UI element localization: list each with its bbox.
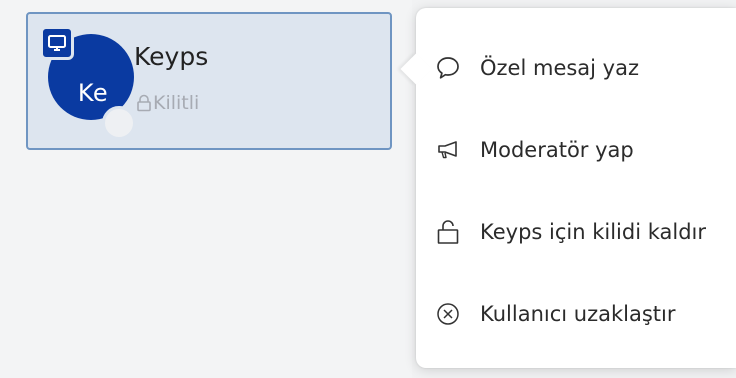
participant-status: Kilitli (136, 90, 199, 116)
menu-item-unlock-user[interactable]: Keyps için kilidi kaldır (416, 202, 736, 262)
menu-item-make-moderator[interactable]: Moderatör yap (416, 120, 736, 180)
menu-item-private-message[interactable]: Özel mesaj yaz (416, 38, 736, 98)
presence-status-dot (102, 106, 136, 140)
menu-item-remove-user[interactable]: Kullanıcı uzaklaştır (416, 284, 736, 344)
context-menu-items: Özel mesaj yaz Moderatör yap Keyps için … (416, 8, 736, 368)
participant-status-label: Kilitli (153, 92, 200, 114)
app-stage: Ke Keyps Kilitli Özel mesaj yaz Moderatö… (0, 0, 736, 378)
monitor-icon (40, 26, 74, 60)
participant-name: Keyps (134, 42, 209, 71)
circle-x-icon (434, 300, 462, 328)
avatar-wrap: Ke (40, 26, 136, 140)
menu-item-label: Moderatör yap (480, 138, 634, 162)
menu-item-label: Kullanıcı uzaklaştır (480, 302, 676, 326)
megaphone-icon (434, 136, 462, 164)
unlock-icon (434, 218, 462, 246)
menu-item-label: Keyps için kilidi kaldır (480, 220, 707, 244)
context-menu: Özel mesaj yaz Moderatör yap Keyps için … (400, 8, 736, 368)
speech-bubble-icon (434, 54, 462, 82)
participant-card-keyps[interactable]: Ke Keyps Kilitli (26, 12, 392, 150)
menu-item-label: Özel mesaj yaz (480, 56, 639, 80)
participant-list: Ke Keyps Kilitli (0, 0, 412, 378)
lock-icon (137, 94, 151, 112)
